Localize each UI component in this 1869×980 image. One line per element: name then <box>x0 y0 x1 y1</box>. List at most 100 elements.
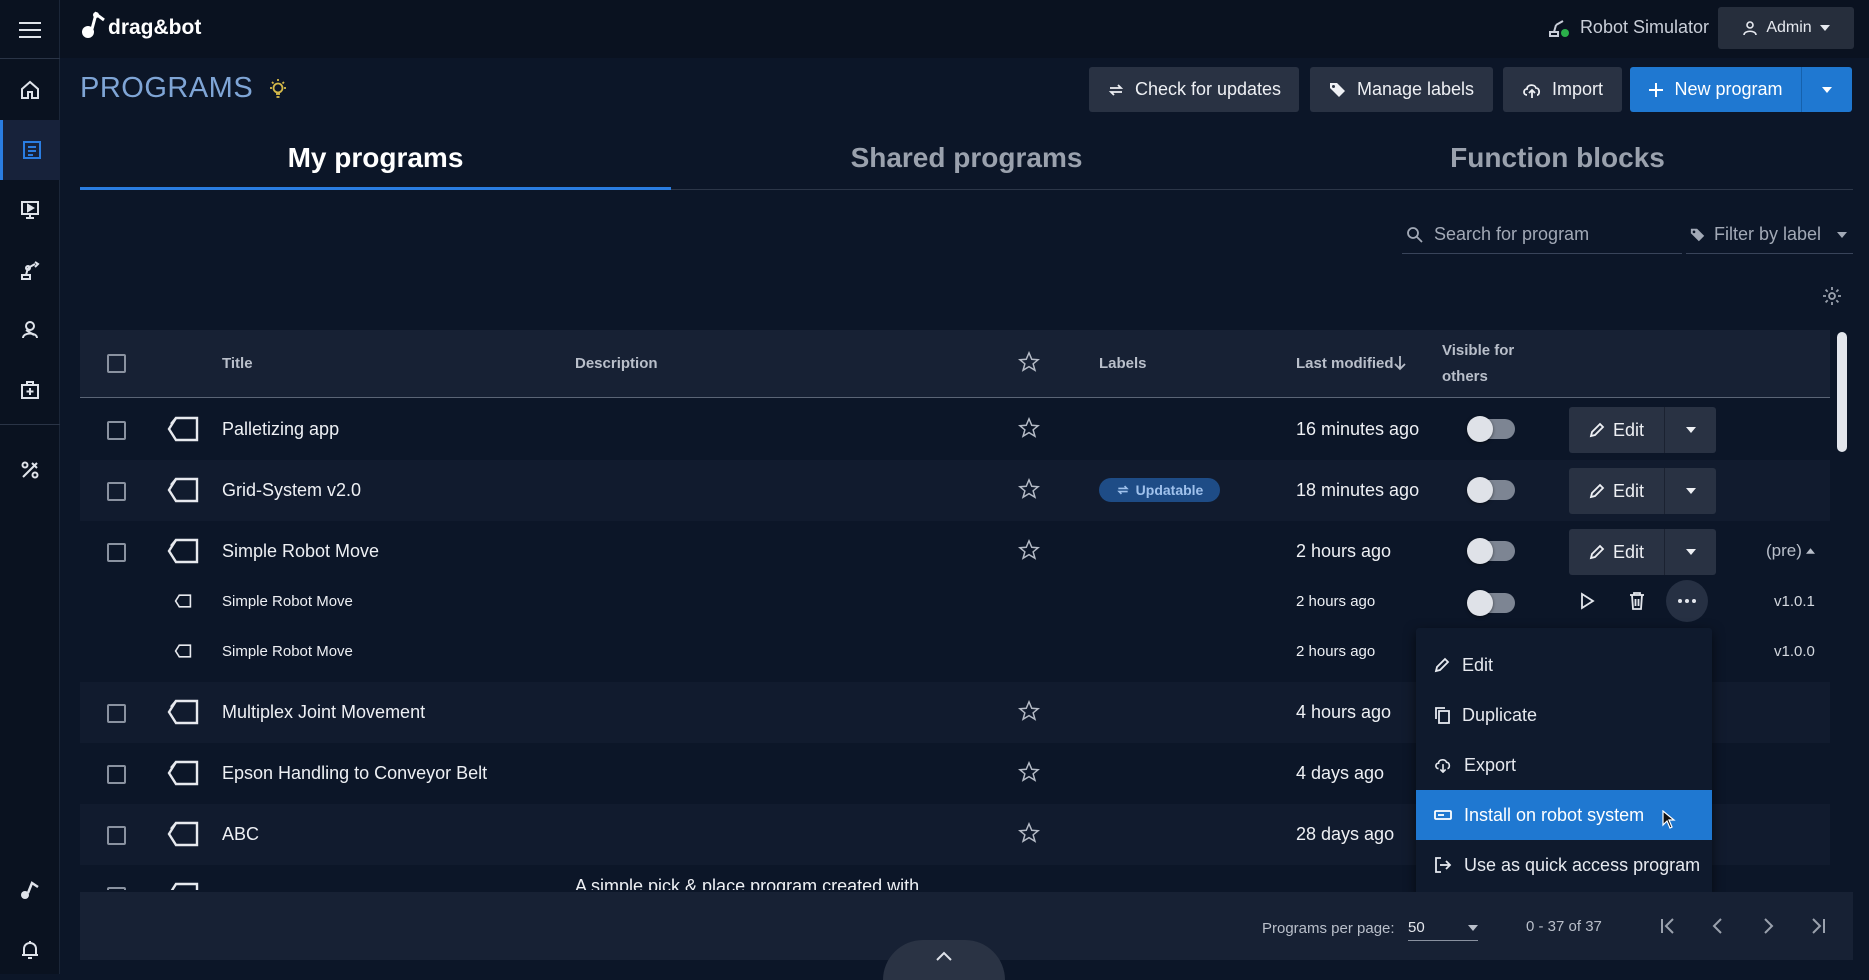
scrollbar-thumb[interactable] <box>1837 332 1847 452</box>
trash-icon[interactable] <box>1628 591 1646 611</box>
robot-arm-icon[interactable] <box>0 240 60 300</box>
star-icon[interactable] <box>1018 478 1040 500</box>
lightbulb-icon[interactable] <box>268 78 288 100</box>
column-labels[interactable]: Labels <box>1099 355 1147 372</box>
more-options-icon[interactable] <box>1666 580 1708 622</box>
app-logo[interactable]: drag&bot <box>80 10 201 40</box>
top-bar: drag&bot Robot Simulator Admin <box>60 0 1869 58</box>
play-icon[interactable] <box>1577 591 1597 611</box>
versions-toggle[interactable]: (pre) <box>1766 541 1815 561</box>
visibility-toggle[interactable] <box>1467 416 1515 442</box>
version-title[interactable]: Simple Robot Move <box>222 643 353 660</box>
tab-my-programs[interactable]: My programs <box>80 130 671 190</box>
edit-label: Edit <box>1612 480 1645 501</box>
edit-dropdown[interactable] <box>1665 468 1716 514</box>
edit-button[interactable]: Edit <box>1569 407 1665 453</box>
page-title: PROGRAMS <box>80 72 254 104</box>
row-checkbox[interactable] <box>107 887 126 890</box>
star-icon[interactable] <box>1018 417 1040 439</box>
tab-shared-programs[interactable]: Shared programs <box>671 130 1262 189</box>
context-menu: Edit Duplicate Export Install on robot s… <box>1416 628 1712 896</box>
tools-icon[interactable] <box>0 440 60 500</box>
robot-simulator-indicator[interactable]: Robot Simulator <box>1548 16 1709 38</box>
toolbox-icon[interactable] <box>0 360 60 420</box>
row-checkbox[interactable] <box>107 704 126 723</box>
star-icon[interactable] <box>1018 700 1040 722</box>
home-icon[interactable] <box>0 60 60 120</box>
chevron-up-icon <box>936 951 952 961</box>
sidebar <box>0 0 60 974</box>
edit-button[interactable]: Edit <box>1569 468 1665 514</box>
previous-page-icon[interactable] <box>1706 914 1730 938</box>
caret-down-icon <box>1819 25 1830 31</box>
menu-item-edit[interactable]: Edit <box>1416 640 1712 690</box>
star-icon[interactable] <box>1018 539 1040 561</box>
filter-by-label-select[interactable]: Filter by label <box>1686 216 1853 254</box>
program-title[interactable]: Palletizing app <box>222 419 339 440</box>
per-page-value: 50 <box>1408 919 1425 936</box>
pencil-icon <box>1589 422 1605 438</box>
scroll-to-top-button[interactable] <box>883 940 1005 980</box>
version-visibility-toggle[interactable] <box>1467 590 1515 616</box>
visibility-toggle[interactable] <box>1467 477 1515 503</box>
sort-down-icon[interactable] <box>1393 355 1407 371</box>
menu-item-quick-access[interactable]: Use as quick access program <box>1416 840 1712 890</box>
program-title[interactable]: Multiplex Joint Movement <box>222 702 425 723</box>
caret-down-icon <box>1685 549 1696 555</box>
manage-labels-button[interactable]: Manage labels <box>1310 67 1493 112</box>
table-scrollbar[interactable] <box>1835 330 1849 890</box>
select-all-checkbox[interactable] <box>107 354 126 373</box>
last-page-icon[interactable] <box>1806 914 1830 938</box>
bell-icon[interactable] <box>0 920 60 980</box>
updatable-badge[interactable]: Updatable <box>1099 478 1220 502</box>
first-page-icon[interactable] <box>1656 914 1680 938</box>
column-title[interactable]: Title <box>222 355 253 372</box>
next-page-icon[interactable] <box>1756 914 1780 938</box>
program-title[interactable]: ABC <box>222 824 259 845</box>
pencil-icon <box>1589 483 1605 499</box>
per-page-label: Programs per page: <box>1262 920 1395 937</box>
column-visible-line1[interactable]: Visible for <box>1442 342 1514 359</box>
filter-label: Filter by label <box>1714 224 1822 244</box>
edit-button[interactable]: Edit <box>1569 529 1665 575</box>
check-updates-button[interactable]: Check for updates <box>1089 67 1299 112</box>
row-checkbox[interactable] <box>107 543 126 562</box>
row-checkbox[interactable] <box>107 826 126 845</box>
table-row[interactable]: Palletizing app 16 minutes ago Edit <box>80 399 1830 460</box>
program-title[interactable]: Epson Handling to Conveyor Belt <box>222 763 487 784</box>
star-icon[interactable] <box>1018 761 1040 783</box>
search-input[interactable]: Search for program <box>1402 216 1682 254</box>
menu-item-duplicate[interactable]: Duplicate <box>1416 690 1712 740</box>
edit-dropdown[interactable] <box>1665 529 1716 575</box>
presentation-icon[interactable] <box>0 180 60 240</box>
menu-item-install-on-robot-system[interactable]: Install on robot system <box>1416 790 1712 840</box>
new-program-dropdown[interactable] <box>1802 67 1852 112</box>
new-program-button[interactable]: New program <box>1630 67 1802 112</box>
per-page-select[interactable]: 50 <box>1408 915 1478 941</box>
row-checkbox[interactable] <box>107 765 126 784</box>
gear-icon[interactable] <box>1822 286 1842 306</box>
column-description[interactable]: Description <box>575 355 658 372</box>
menu-item-export[interactable]: Export <box>1416 740 1712 790</box>
star-icon[interactable] <box>1018 822 1040 844</box>
row-checkbox[interactable] <box>107 421 126 440</box>
row-checkbox[interactable] <box>107 482 126 501</box>
program-title[interactable]: Simple Robot Move <box>222 541 379 562</box>
menu-icon[interactable] <box>0 0 60 60</box>
user-menu-button[interactable]: Admin <box>1718 7 1854 49</box>
skills-icon[interactable] <box>0 300 60 360</box>
programs-icon[interactable] <box>0 120 60 180</box>
star-column-icon[interactable] <box>1018 351 1040 373</box>
manage-labels-label: Manage labels <box>1356 79 1475 99</box>
tab-function-blocks[interactable]: Function blocks <box>1262 130 1853 189</box>
table-row[interactable]: Grid-System v2.0 Updatable 18 minutes ag… <box>80 460 1830 521</box>
import-button[interactable]: Import <box>1503 67 1622 112</box>
program-title[interactable]: Grid-System v2.0 <box>222 480 361 501</box>
drag-bot-logo-icon[interactable] <box>0 860 60 920</box>
edit-dropdown[interactable] <box>1665 407 1716 453</box>
sidebar-divider <box>0 58 60 59</box>
table-header: Title Description Labels Last modified V… <box>80 330 1830 398</box>
column-last-modified[interactable]: Last modified <box>1296 355 1394 372</box>
visibility-toggle[interactable] <box>1467 538 1515 564</box>
version-title[interactable]: Simple Robot Move <box>222 593 353 610</box>
